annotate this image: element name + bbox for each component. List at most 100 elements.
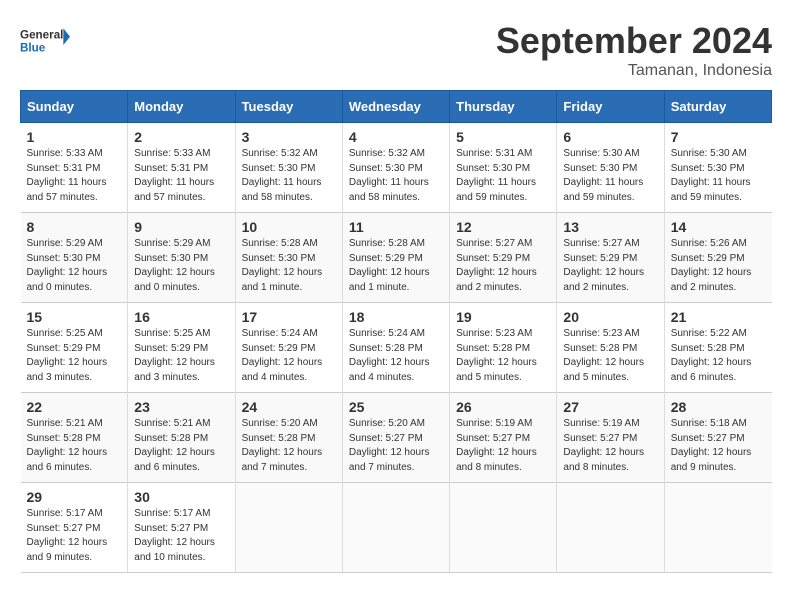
calendar-week-row: 15 Sunrise: 5:25 AM Sunset: 5:29 PM Dayl… <box>21 303 772 393</box>
col-wednesday: Wednesday <box>342 91 449 123</box>
day-info: Sunrise: 5:29 AM Sunset: 5:30 PM Dayligh… <box>27 237 122 295</box>
month-year: September 2024 <box>496 20 772 62</box>
day-number: 1 <box>27 129 122 145</box>
day-number: 28 <box>671 399 766 415</box>
calendar-cell: 20 Sunrise: 5:23 AM Sunset: 5:28 PM Dayl… <box>557 303 664 393</box>
calendar-cell: 29 Sunrise: 5:17 AM Sunset: 5:27 PM Dayl… <box>21 483 128 573</box>
day-number: 30 <box>134 489 228 505</box>
calendar-body: 1 Sunrise: 5:33 AM Sunset: 5:31 PM Dayli… <box>21 123 772 573</box>
day-info: Sunrise: 5:20 AM Sunset: 5:28 PM Dayligh… <box>242 417 336 475</box>
day-number: 18 <box>349 309 443 325</box>
day-info: Sunrise: 5:27 AM Sunset: 5:29 PM Dayligh… <box>456 237 550 295</box>
calendar-cell: 15 Sunrise: 5:25 AM Sunset: 5:29 PM Dayl… <box>21 303 128 393</box>
calendar-cell: 7 Sunrise: 5:30 AM Sunset: 5:30 PM Dayli… <box>664 123 771 213</box>
day-number: 6 <box>563 129 657 145</box>
day-number: 8 <box>27 219 122 235</box>
calendar-cell: 17 Sunrise: 5:24 AM Sunset: 5:29 PM Dayl… <box>235 303 342 393</box>
day-info: Sunrise: 5:20 AM Sunset: 5:27 PM Dayligh… <box>349 417 443 475</box>
day-info: Sunrise: 5:33 AM Sunset: 5:31 PM Dayligh… <box>27 147 122 205</box>
calendar-week-row: 1 Sunrise: 5:33 AM Sunset: 5:31 PM Dayli… <box>21 123 772 213</box>
svg-text:Blue: Blue <box>20 42 46 55</box>
calendar-cell: 8 Sunrise: 5:29 AM Sunset: 5:30 PM Dayli… <box>21 213 128 303</box>
calendar-cell <box>235 483 342 573</box>
calendar-cell: 13 Sunrise: 5:27 AM Sunset: 5:29 PM Dayl… <box>557 213 664 303</box>
calendar-header-row: Sunday Monday Tuesday Wednesday Thursday… <box>21 91 772 123</box>
day-info: Sunrise: 5:19 AM Sunset: 5:27 PM Dayligh… <box>563 417 657 475</box>
day-info: Sunrise: 5:23 AM Sunset: 5:28 PM Dayligh… <box>456 327 550 385</box>
day-number: 19 <box>456 309 550 325</box>
logo: General Blue <box>20 20 75 60</box>
calendar-cell: 10 Sunrise: 5:28 AM Sunset: 5:30 PM Dayl… <box>235 213 342 303</box>
col-tuesday: Tuesday <box>235 91 342 123</box>
calendar-cell <box>450 483 557 573</box>
calendar-cell: 24 Sunrise: 5:20 AM Sunset: 5:28 PM Dayl… <box>235 393 342 483</box>
calendar-cell <box>342 483 449 573</box>
day-info: Sunrise: 5:27 AM Sunset: 5:29 PM Dayligh… <box>563 237 657 295</box>
day-number: 21 <box>671 309 766 325</box>
calendar-cell: 18 Sunrise: 5:24 AM Sunset: 5:28 PM Dayl… <box>342 303 449 393</box>
day-info: Sunrise: 5:31 AM Sunset: 5:30 PM Dayligh… <box>456 147 550 205</box>
day-info: Sunrise: 5:32 AM Sunset: 5:30 PM Dayligh… <box>349 147 443 205</box>
day-number: 13 <box>563 219 657 235</box>
calendar-cell: 9 Sunrise: 5:29 AM Sunset: 5:30 PM Dayli… <box>128 213 235 303</box>
calendar-cell: 6 Sunrise: 5:30 AM Sunset: 5:30 PM Dayli… <box>557 123 664 213</box>
calendar-cell: 22 Sunrise: 5:21 AM Sunset: 5:28 PM Dayl… <box>21 393 128 483</box>
day-number: 12 <box>456 219 550 235</box>
calendar-week-row: 8 Sunrise: 5:29 AM Sunset: 5:30 PM Dayli… <box>21 213 772 303</box>
day-info: Sunrise: 5:22 AM Sunset: 5:28 PM Dayligh… <box>671 327 766 385</box>
day-number: 9 <box>134 219 228 235</box>
day-number: 4 <box>349 129 443 145</box>
day-info: Sunrise: 5:32 AM Sunset: 5:30 PM Dayligh… <box>242 147 336 205</box>
calendar-cell: 27 Sunrise: 5:19 AM Sunset: 5:27 PM Dayl… <box>557 393 664 483</box>
day-number: 20 <box>563 309 657 325</box>
day-info: Sunrise: 5:30 AM Sunset: 5:30 PM Dayligh… <box>563 147 657 205</box>
svg-text:General: General <box>20 28 63 41</box>
calendar-cell <box>664 483 771 573</box>
day-number: 3 <box>242 129 336 145</box>
day-number: 29 <box>27 489 122 505</box>
col-friday: Friday <box>557 91 664 123</box>
calendar-cell: 23 Sunrise: 5:21 AM Sunset: 5:28 PM Dayl… <box>128 393 235 483</box>
day-number: 26 <box>456 399 550 415</box>
day-info: Sunrise: 5:18 AM Sunset: 5:27 PM Dayligh… <box>671 417 766 475</box>
col-thursday: Thursday <box>450 91 557 123</box>
day-number: 10 <box>242 219 336 235</box>
day-info: Sunrise: 5:28 AM Sunset: 5:29 PM Dayligh… <box>349 237 443 295</box>
day-number: 17 <box>242 309 336 325</box>
logo-icon: General Blue <box>20 20 70 60</box>
day-info: Sunrise: 5:21 AM Sunset: 5:28 PM Dayligh… <box>134 417 228 475</box>
day-info: Sunrise: 5:17 AM Sunset: 5:27 PM Dayligh… <box>27 507 122 565</box>
day-info: Sunrise: 5:25 AM Sunset: 5:29 PM Dayligh… <box>134 327 228 385</box>
day-info: Sunrise: 5:24 AM Sunset: 5:28 PM Dayligh… <box>349 327 443 385</box>
day-number: 15 <box>27 309 122 325</box>
calendar-cell: 25 Sunrise: 5:20 AM Sunset: 5:27 PM Dayl… <box>342 393 449 483</box>
day-info: Sunrise: 5:17 AM Sunset: 5:27 PM Dayligh… <box>134 507 228 565</box>
col-sunday: Sunday <box>21 91 128 123</box>
calendar-cell: 26 Sunrise: 5:19 AM Sunset: 5:27 PM Dayl… <box>450 393 557 483</box>
title-block: September 2024 Tamanan, Indonesia <box>496 20 772 80</box>
calendar-cell: 19 Sunrise: 5:23 AM Sunset: 5:28 PM Dayl… <box>450 303 557 393</box>
calendar-cell <box>557 483 664 573</box>
day-number: 2 <box>134 129 228 145</box>
calendar-cell: 14 Sunrise: 5:26 AM Sunset: 5:29 PM Dayl… <box>664 213 771 303</box>
calendar-cell: 28 Sunrise: 5:18 AM Sunset: 5:27 PM Dayl… <box>664 393 771 483</box>
calendar-cell: 11 Sunrise: 5:28 AM Sunset: 5:29 PM Dayl… <box>342 213 449 303</box>
location: Tamanan, Indonesia <box>496 62 772 80</box>
calendar-cell: 30 Sunrise: 5:17 AM Sunset: 5:27 PM Dayl… <box>128 483 235 573</box>
day-number: 5 <box>456 129 550 145</box>
day-info: Sunrise: 5:24 AM Sunset: 5:29 PM Dayligh… <box>242 327 336 385</box>
day-number: 25 <box>349 399 443 415</box>
day-number: 7 <box>671 129 766 145</box>
day-number: 27 <box>563 399 657 415</box>
calendar-cell: 21 Sunrise: 5:22 AM Sunset: 5:28 PM Dayl… <box>664 303 771 393</box>
day-number: 23 <box>134 399 228 415</box>
calendar-cell: 16 Sunrise: 5:25 AM Sunset: 5:29 PM Dayl… <box>128 303 235 393</box>
calendar-cell: 3 Sunrise: 5:32 AM Sunset: 5:30 PM Dayli… <box>235 123 342 213</box>
calendar-cell: 12 Sunrise: 5:27 AM Sunset: 5:29 PM Dayl… <box>450 213 557 303</box>
day-info: Sunrise: 5:19 AM Sunset: 5:27 PM Dayligh… <box>456 417 550 475</box>
calendar-week-row: 29 Sunrise: 5:17 AM Sunset: 5:27 PM Dayl… <box>21 483 772 573</box>
day-number: 11 <box>349 219 443 235</box>
day-number: 14 <box>671 219 766 235</box>
day-info: Sunrise: 5:21 AM Sunset: 5:28 PM Dayligh… <box>27 417 122 475</box>
day-number: 22 <box>27 399 122 415</box>
